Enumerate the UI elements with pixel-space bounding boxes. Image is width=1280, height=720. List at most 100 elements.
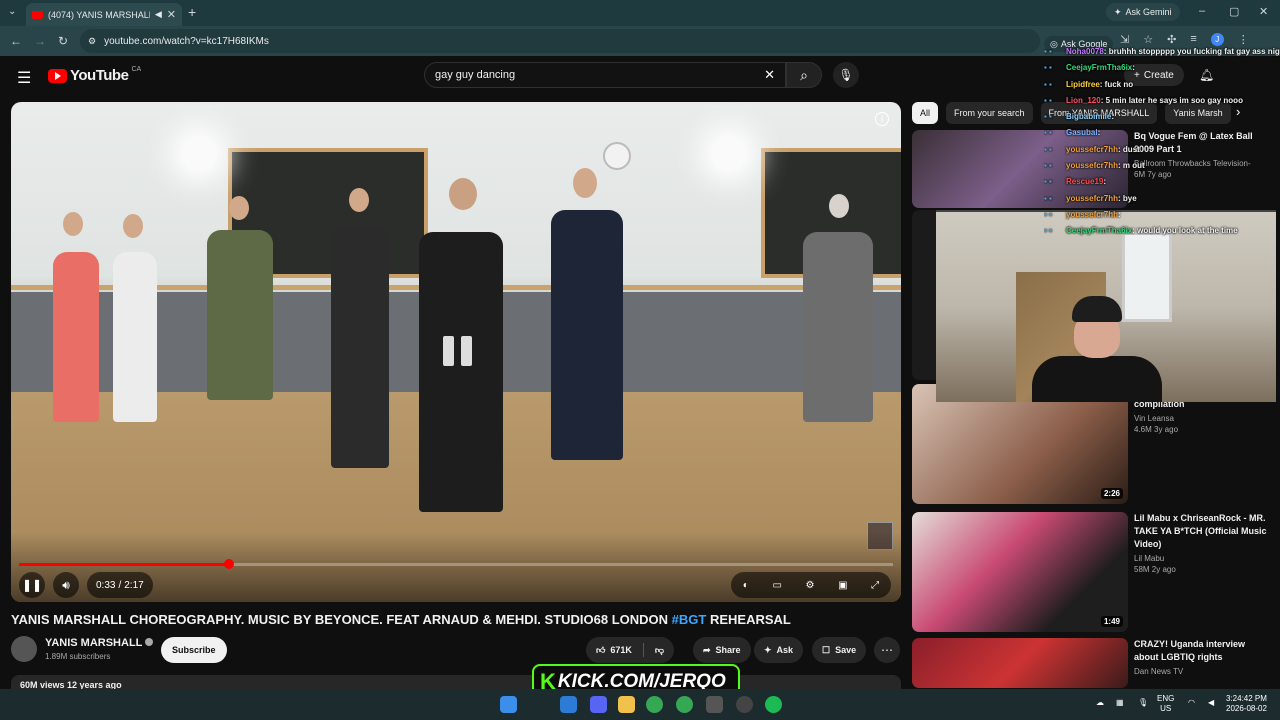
- spotify-icon[interactable]: [765, 696, 782, 713]
- chrome-icon[interactable]: [646, 696, 663, 713]
- subtitles-icon[interactable]: ▭: [772, 580, 781, 591]
- tray-mic-icon[interactable]: 🎙︎: [1138, 698, 1148, 708]
- settings-gear-icon[interactable]: ⚙: [806, 580, 815, 591]
- share-arrow-icon: ➦: [703, 644, 711, 655]
- channel-name[interactable]: YANIS MARSHALL: [45, 637, 154, 649]
- recommendation-thumbnail[interactable]: 1:49: [912, 512, 1128, 632]
- menu-hamburger-icon[interactable]: ☰: [17, 68, 31, 88]
- streamer: [1032, 290, 1162, 402]
- search-icon: ⌕: [800, 66, 808, 83]
- recommendation-item[interactable]: compilation Vin Leansa 4.6M 3y ago: [1134, 398, 1270, 434]
- close-window-icon[interactable]: ✕: [1259, 5, 1268, 18]
- edge-browser-icon[interactable]: [560, 696, 577, 713]
- channel-row: YANIS MARSHALL 1.89M subscribers Subscri…: [11, 636, 901, 666]
- chrome-profile-icon[interactable]: [676, 696, 693, 713]
- chat-username[interactable]: Rescue19: [1066, 177, 1103, 186]
- voice-search-button[interactable]: 🎙︎: [833, 62, 859, 88]
- youtube-logo[interactable]: YouTube CA: [48, 66, 141, 84]
- chat-message: ▪ ▪ Noha0078: bruhhh stoppppp you fucking…: [1044, 44, 1280, 60]
- like-button[interactable]: 👍︎ 671K 👎︎: [586, 637, 675, 663]
- minimize-icon[interactable]: –: [1199, 5, 1205, 17]
- recommendation-thumbnail[interactable]: 2:26: [912, 384, 1128, 504]
- subscriber-count: 1.89M subscribers: [45, 652, 111, 661]
- chip-all[interactable]: All: [912, 102, 939, 124]
- recommendation-title: CRAZY! Uganda interview about LGBTIQ rig…: [1134, 639, 1246, 662]
- chat-username[interactable]: CeejayFrmTha6ix: [1066, 226, 1132, 235]
- recommendation-thumbnail[interactable]: [912, 638, 1128, 688]
- video-duration: 2:26: [1100, 488, 1123, 499]
- thumbs-up-icon: 👍︎: [596, 644, 606, 655]
- wifi-icon[interactable]: ◠: [1188, 698, 1195, 708]
- hashtag-link[interactable]: #BGT: [672, 612, 707, 627]
- save-button[interactable]: ☐ Save: [812, 637, 867, 663]
- discord-icon[interactable]: [590, 696, 607, 713]
- subscribe-button[interactable]: Subscribe: [161, 637, 227, 663]
- dancer-head: [349, 188, 369, 212]
- obs-icon[interactable]: [736, 696, 753, 713]
- mute-button[interactable]: 🔊︎: [53, 572, 79, 598]
- info-icon[interactable]: i: [875, 112, 889, 126]
- chat-message: ▪ ▪ Lipidfree: fuck no: [1044, 77, 1280, 93]
- chat-username[interactable]: youssefcr7hh: [1066, 145, 1118, 154]
- video-title: YANIS MARSHALL CHOREOGRAPHY. MUSIC BY BE…: [11, 612, 901, 627]
- site-info-icon[interactable]: ⚙: [88, 36, 96, 47]
- share-button[interactable]: ➦ Share: [693, 637, 751, 663]
- speaker-volume-icon[interactable]: ◀︎: [1208, 698, 1214, 708]
- chat-badge-icon: ▪ ▪: [1044, 63, 1052, 73]
- keyboard-region: US: [1160, 704, 1172, 713]
- chat-username[interactable]: Lion_120: [1066, 96, 1101, 105]
- system-clock[interactable]: 3:24:42 PM 2026-08-02: [1226, 694, 1267, 714]
- progress-bar[interactable]: [19, 559, 893, 569]
- address-bar[interactable]: ⚙ youtube.com/watch?v=kc17H68IKMs: [80, 29, 1040, 53]
- chat-username[interactable]: youssefcr7hh: [1066, 161, 1118, 170]
- close-tab-icon[interactable]: ✕: [167, 8, 176, 21]
- chat-username[interactable]: youssefcr7hh: [1066, 194, 1118, 203]
- time-separator: /: [118, 579, 122, 591]
- windows-start-icon[interactable]: [500, 696, 517, 713]
- chat-username[interactable]: Bigbabimile: [1066, 112, 1111, 121]
- new-tab-button[interactable]: +: [188, 4, 196, 20]
- language-indicator[interactable]: ENG US: [1157, 694, 1174, 714]
- channel-avatar[interactable]: [11, 636, 37, 662]
- app-icon[interactable]: [706, 696, 723, 713]
- tray-network-icon[interactable]: ☁: [1096, 698, 1104, 708]
- clear-search-icon[interactable]: ✕: [764, 67, 775, 83]
- volume-icon: 🔊︎: [62, 577, 70, 592]
- chat-separator: :: [1132, 63, 1135, 73]
- chat-username[interactable]: Gasubal: [1066, 128, 1098, 137]
- search-input[interactable]: gay guy dancing ✕: [424, 62, 786, 88]
- forward-arrow-icon[interactable]: →: [34, 34, 46, 48]
- pause-button[interactable]: ❚❚: [19, 572, 45, 598]
- more-actions-button[interactable]: ⋯: [874, 637, 900, 663]
- browser-tab-youtube[interactable]: (4074) YANIS MARSHALL CH ◀︎ ✕: [26, 3, 182, 26]
- theater-mode-icon[interactable]: ▣: [838, 580, 847, 591]
- fullscreen-icon[interactable]: ⤢: [871, 580, 879, 591]
- tray-app-icon[interactable]: ▦: [1116, 698, 1124, 708]
- chat-badge-icon: ▪ ▪: [1044, 226, 1052, 236]
- chat-username[interactable]: youssefcr7hh: [1066, 210, 1118, 219]
- back-arrow-icon[interactable]: ←: [10, 34, 22, 48]
- chat-username[interactable]: CeejayFrmTha6ix: [1066, 63, 1132, 72]
- ask-label: Ask: [776, 645, 794, 655]
- tab-search-icon[interactable]: ⌄: [8, 6, 16, 17]
- scrubber-handle[interactable]: [223, 559, 234, 569]
- ask-button[interactable]: ✦ Ask: [754, 637, 804, 663]
- reload-icon[interactable]: ↻: [58, 34, 68, 48]
- save-playlist-icon: ☐: [822, 644, 831, 655]
- thumbs-down-icon[interactable]: 👎︎: [655, 645, 664, 656]
- search-button[interactable]: ⌕: [786, 62, 822, 88]
- speaker-icon[interactable]: ◀︎: [155, 9, 162, 20]
- maximize-icon[interactable]: ▢: [1229, 5, 1239, 18]
- chat-badge-icon: ▪ ▪: [1044, 161, 1052, 171]
- file-explorer-icon[interactable]: [618, 696, 635, 713]
- chat-username[interactable]: Noha0078: [1066, 47, 1104, 56]
- description-box[interactable]: 60M views 12 years ago: [11, 675, 901, 689]
- dancer-figure: [207, 230, 273, 400]
- autoplay-toggle-icon[interactable]: ◐: [743, 580, 749, 591]
- recommendation-item[interactable]: Lil Mabu x ChriseanRock - MR. TAKE YA B*…: [1134, 512, 1270, 574]
- recommendation-item[interactable]: CRAZY! Uganda interview about LGBTIQ rig…: [1134, 638, 1270, 676]
- chat-username[interactable]: Lipidfree: [1066, 80, 1100, 89]
- video-player[interactable]: i ❚❚ 🔊︎ 0:33 / 2:17 ◐ ▭ ⚙ ▣ ⤢: [11, 102, 901, 602]
- chip-from-search[interactable]: From your search: [946, 102, 1033, 124]
- ask-gemini-button[interactable]: ✦ Ask Gemini: [1106, 3, 1180, 21]
